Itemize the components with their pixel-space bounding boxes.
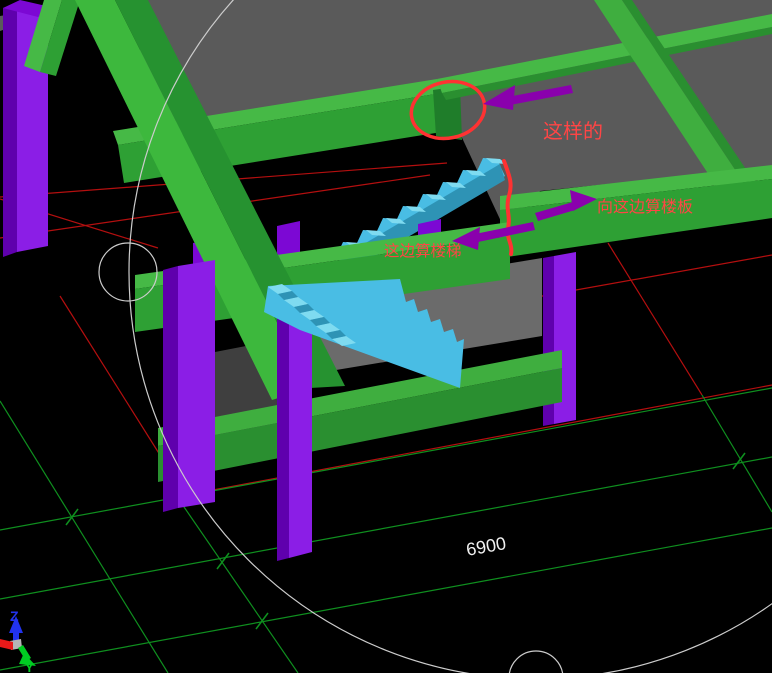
stair-note-text: 这边算楼梯 [384,241,462,260]
axis-y-label: Y [25,660,34,673]
column-landing-1 [163,260,215,512]
cad-3d-viewport[interactable]: 这样的 向这边算楼板 这边算楼梯 6900 Z Y [0,0,772,673]
circle-note-text: 这样的 [543,120,603,143]
slab-note-text: 向这边算楼板 [597,197,693,216]
